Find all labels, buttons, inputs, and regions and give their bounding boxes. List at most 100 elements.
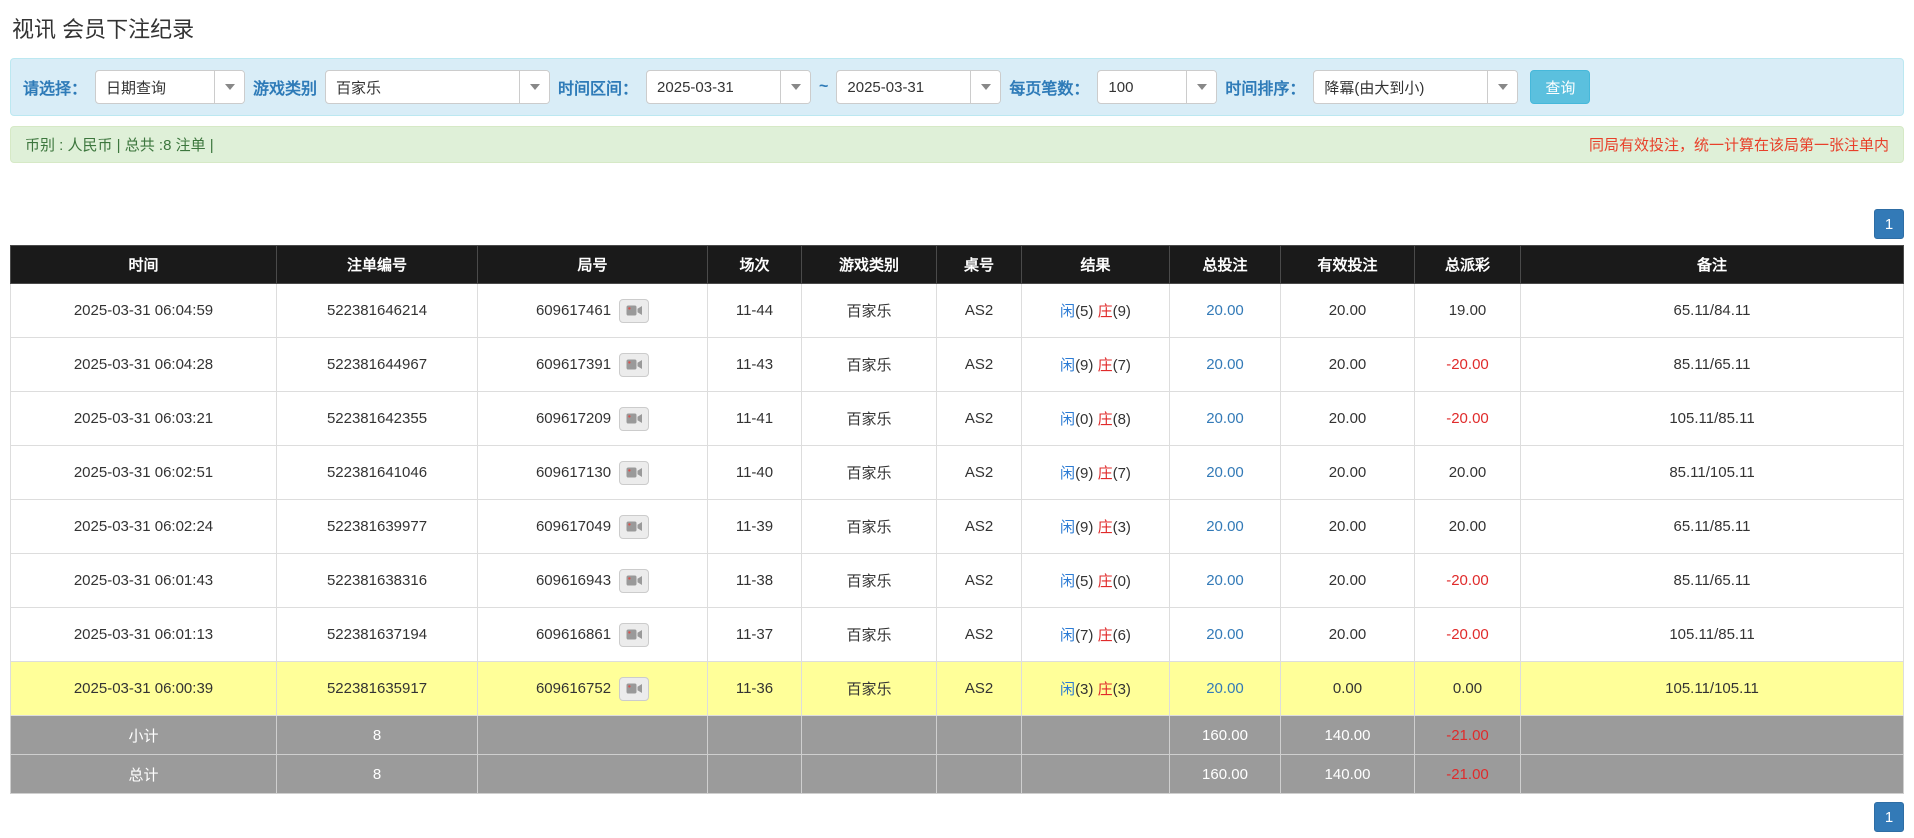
cell-game: 百家乐 xyxy=(802,338,937,392)
summary-currency-text: 币别 : 人民币 | 总共 :8 注单 | xyxy=(25,134,214,155)
total-bet-link[interactable]: 20.00 xyxy=(1206,680,1244,697)
cell-valid-bet: 20.00 xyxy=(1281,554,1415,608)
column-header: 桌号 xyxy=(937,246,1022,284)
date-from-select[interactable]: 2025-03-31 xyxy=(646,70,811,104)
footer-cell: 160.00 xyxy=(1170,755,1281,794)
cell-round: 609617209 xyxy=(478,392,708,446)
column-header: 有效投注 xyxy=(1281,246,1415,284)
result-player-label: 闲 xyxy=(1060,627,1075,644)
cell-bet-id: 522381635917 xyxy=(277,662,478,716)
cell-time: 2025-03-31 06:00:39 xyxy=(11,662,277,716)
cell-bet-id: 522381641046 xyxy=(277,446,478,500)
total-bet-link[interactable]: 20.00 xyxy=(1206,464,1244,481)
search-button[interactable]: 查询 xyxy=(1530,70,1590,104)
round-number: 609617049 xyxy=(536,518,611,535)
round-number: 609616752 xyxy=(536,680,611,697)
query-type-select[interactable]: 日期查询 xyxy=(95,70,245,104)
table-row: 2025-03-31 06:01:13522381637194609616861… xyxy=(11,608,1904,662)
page-title: 视讯 会员下注纪录 xyxy=(12,12,1904,44)
total-bet-link[interactable]: 20.00 xyxy=(1206,518,1244,535)
video-replay-button[interactable] xyxy=(619,677,649,701)
cell-table: AS2 xyxy=(937,500,1022,554)
page: 视讯 会员下注纪录 请选择： 日期查询 游戏类别 百家乐 时间区间： 2025-… xyxy=(0,0,1914,838)
cell-total-bet: 20.00 xyxy=(1170,608,1281,662)
cell-total-bet: 20.00 xyxy=(1170,500,1281,554)
cell-round: 609616861 xyxy=(478,608,708,662)
total-bet-link[interactable]: 20.00 xyxy=(1206,572,1244,589)
subtotal-row: 小计8160.00140.00-21.00 xyxy=(11,716,1904,755)
result-banker-label: 庄 xyxy=(1098,411,1113,428)
footer-cell xyxy=(1521,716,1904,755)
footer-cell xyxy=(478,755,708,794)
footer-cell xyxy=(937,755,1022,794)
result-banker-score: (3) xyxy=(1113,681,1131,698)
round-number: 609617391 xyxy=(536,356,611,373)
cell-valid-bet: 20.00 xyxy=(1281,392,1415,446)
cell-time: 2025-03-31 06:01:43 xyxy=(11,554,277,608)
column-header: 时间 xyxy=(11,246,277,284)
cell-total-bet: 20.00 xyxy=(1170,284,1281,338)
date-to-select[interactable]: 2025-03-31 xyxy=(836,70,1001,104)
column-header: 局号 xyxy=(478,246,708,284)
cell-time: 2025-03-31 06:03:21 xyxy=(11,392,277,446)
page-1-button[interactable]: 1 xyxy=(1874,802,1904,832)
footer-cell xyxy=(1521,755,1904,794)
result-player-label: 闲 xyxy=(1060,573,1075,590)
result-banker-label: 庄 xyxy=(1098,573,1113,590)
column-header: 备注 xyxy=(1521,246,1904,284)
cell-bet-id: 522381639977 xyxy=(277,500,478,554)
video-replay-button[interactable] xyxy=(619,569,649,593)
total-bet-link[interactable]: 20.00 xyxy=(1206,626,1244,643)
cell-valid-bet: 20.00 xyxy=(1281,284,1415,338)
summary-note-text: 同局有效投注，统一计算在该局第一张注单内 xyxy=(1589,134,1889,155)
cell-game: 百家乐 xyxy=(802,446,937,500)
game-type-select[interactable]: 百家乐 xyxy=(325,70,550,104)
page-1-button[interactable]: 1 xyxy=(1874,209,1904,239)
footer-cell xyxy=(708,716,802,755)
cell-note: 105.11/85.11 xyxy=(1521,608,1904,662)
total-row: 总计8160.00140.00-21.00 xyxy=(11,755,1904,794)
cell-round: 609617049 xyxy=(478,500,708,554)
game-type-value: 百家乐 xyxy=(326,71,519,103)
video-replay-button[interactable] xyxy=(619,353,649,377)
result-player-label: 闲 xyxy=(1060,303,1075,320)
page-size-label: 每页笔数： xyxy=(1009,75,1089,99)
video-replay-button[interactable] xyxy=(619,407,649,431)
cell-game: 百家乐 xyxy=(802,392,937,446)
cell-table: AS2 xyxy=(937,608,1022,662)
cell-bet-id: 522381642355 xyxy=(277,392,478,446)
total-bet-link[interactable]: 20.00 xyxy=(1206,356,1244,373)
page-size-select[interactable]: 100 xyxy=(1097,70,1217,104)
cell-total-bet: 20.00 xyxy=(1170,446,1281,500)
column-header: 游戏类别 xyxy=(802,246,937,284)
total-bet-link[interactable]: 20.00 xyxy=(1206,302,1244,319)
chevron-down-icon xyxy=(780,71,810,103)
footer-cell xyxy=(802,716,937,755)
round-number: 609617209 xyxy=(536,410,611,427)
cell-table: AS2 xyxy=(937,284,1022,338)
footer-cell xyxy=(1022,716,1170,755)
cell-note: 85.11/65.11 xyxy=(1521,338,1904,392)
cell-session: 11-36 xyxy=(708,662,802,716)
cell-valid-bet: 20.00 xyxy=(1281,338,1415,392)
video-replay-button[interactable] xyxy=(619,623,649,647)
result-player-score: (3) xyxy=(1075,681,1093,698)
column-header: 结果 xyxy=(1022,246,1170,284)
cell-round: 609617461 xyxy=(478,284,708,338)
cell-total-bet: 20.00 xyxy=(1170,554,1281,608)
cell-note: 65.11/84.11 xyxy=(1521,284,1904,338)
cell-time: 2025-03-31 06:02:24 xyxy=(11,500,277,554)
result-player-score: (7) xyxy=(1075,627,1093,644)
sort-select[interactable]: 降冪(由大到小) xyxy=(1313,70,1518,104)
video-camera-icon xyxy=(626,574,643,587)
cell-table: AS2 xyxy=(937,446,1022,500)
total-bet-link[interactable]: 20.00 xyxy=(1206,410,1244,427)
video-replay-button[interactable] xyxy=(619,461,649,485)
cell-payout: -20.00 xyxy=(1415,338,1521,392)
video-replay-button[interactable] xyxy=(619,299,649,323)
column-header: 场次 xyxy=(708,246,802,284)
cell-session: 11-40 xyxy=(708,446,802,500)
round-number: 609617130 xyxy=(536,464,611,481)
result-banker-label: 庄 xyxy=(1098,357,1113,374)
video-replay-button[interactable] xyxy=(619,515,649,539)
